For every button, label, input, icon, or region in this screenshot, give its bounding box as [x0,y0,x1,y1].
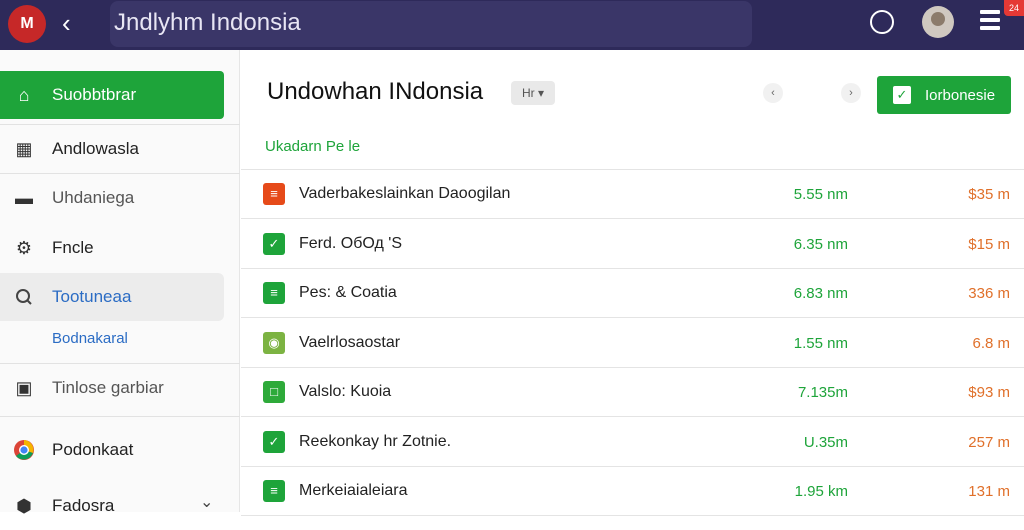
filter-dropdown[interactable]: Hr ▾ [511,81,555,105]
sidebar-item-label: Podonkaat [52,440,134,459]
list-item[interactable]: ✓ Reekonkay hr Zotnie. U.35m 257 m [241,418,1024,467]
sidebar-item-shield[interactable]: ⬢ Fadosra ⌄ [0,482,240,530]
home-icon: ⌂ [18,84,30,105]
sidebar-item-label: Suobbtbrar [52,85,137,104]
app-logo[interactable]: M [8,5,46,43]
sidebar-item-search[interactable]: Tootuneaa [0,273,224,321]
page-title: Undowhan INdonsia [267,78,484,105]
list-item-price: $93 m [968,384,1010,401]
list-item[interactable]: ≡ Merkeiaialeiara 1.95 km 131 m [241,467,1024,516]
list-item-name: Vaderbakeslainkan Daoogilan [299,185,511,202]
list-item-name: Merkeiaialeiara [299,482,408,499]
sidebar-item-label: Uhdaniega [52,188,135,207]
list-item-icon: ≡ [263,282,285,304]
list-item-time: 7.135m [797,384,848,401]
divider [241,515,1024,516]
list-item[interactable]: ≡ Pes: & Coatia 6.83 nm 336 m [241,269,1024,318]
shield-icon: ⬢ [16,495,32,516]
sidebar-item-home[interactable]: ⌂ Suobbtbrar [0,71,224,119]
prev-icon[interactable]: ‹ [763,83,783,103]
list-item-name: Valslo: Kuoia [299,383,392,400]
divider [0,416,240,417]
sidebar-item-label: Tootuneaa [52,287,132,306]
list-item-price: 6.8 m [972,334,1010,352]
chrome-icon [12,438,36,462]
list-item[interactable]: ◉ Vaelrlosaostar 1.55 nm 6.8 m [241,319,1024,368]
sidebar-item-calendar[interactable]: ▦ Andlowasla [0,125,240,173]
list-item-icon: ≡ [263,480,285,502]
list-item-price: 336 m [968,285,1010,302]
section-label: Ukadarn Pe le [265,138,361,155]
search-icon [12,285,36,309]
list-item-icon: □ [263,381,285,403]
list-item-price: 257 m [968,433,1010,451]
list-item-name: Pes: & Coatia [299,284,397,301]
card-icon: ▬ [15,187,33,208]
primary-action-button[interactable]: ✓ Iorbonesie [877,76,1011,114]
notification-badge[interactable]: 24 [1004,0,1024,16]
sidebar: ⌂ Suobbtbrar ▦ Andlowasla ▬ Uhdaniega ⚙ … [0,50,240,516]
top-app-bar: M ‹ Jndlyhm Indonsia 24 [0,0,1024,50]
list-item-name: Reekonkay hr Zotnie. [299,432,452,450]
list-item-time: U.35m [803,433,848,451]
status-circle-icon[interactable] [870,10,894,34]
list-item-icon: ✓ [263,232,285,255]
list-item-time: 1.95 km [794,483,848,500]
sidebar-item-settings[interactable]: ⚙ Fncle [0,224,240,272]
primary-action-label: Iorbonesie [925,86,996,104]
sidebar-item-browser[interactable]: Podonkaat [0,426,240,474]
next-icon[interactable]: › [841,83,861,103]
sidebar-item-card[interactable]: ▬ Uhdaniega [0,174,240,222]
list-item-name: Vaelrlosaostar [299,333,401,351]
list-item-icon: ◉ [263,331,285,354]
chevron-down-icon[interactable]: ⌄ [200,492,213,512]
list-item-price: 131 m [968,483,1010,500]
list-item-time: 6.83 nm [793,285,848,302]
sidebar-item-clipboard[interactable]: ▣ Tinlose garbiar [0,364,240,412]
title-search-field[interactable]: Jndlyhm Indonsia [110,1,752,47]
gear-icon: ⚙ [15,237,33,258]
list-item-price: $15 m [968,235,1010,253]
hamburger-menu-icon[interactable] [980,10,1000,34]
list-item-name: Ferd. ОбОд 'S [299,234,402,252]
sidebar-item-label: Fncle [52,238,94,257]
list-item-time: 1.55 nm [793,334,848,352]
avatar[interactable] [922,6,954,38]
sidebar-item-label: Fadosra [52,496,115,515]
back-icon[interactable]: ‹ [62,8,71,38]
check-icon: ✓ [893,86,911,104]
calendar-icon: ▦ [15,138,33,159]
list-item-icon: ✓ [263,430,285,453]
list-item-time: 5.55 nm [793,186,848,203]
page-heading: Jndlyhm Indonsia [114,9,301,36]
main-content: Undowhan INdonsia Hr ▾ ‹ › ✓ Iorbonesie … [241,50,1024,516]
sidebar-subitem[interactable]: Bodnakaral [52,330,128,347]
list-item[interactable]: ✓ Ferd. ОбОд 'S 6.35 nm $15 m [241,220,1024,269]
sidebar-item-label: Andlowasla [52,139,139,158]
list-item[interactable]: □ Valslo: Kuoia 7.135m $93 m [241,368,1024,417]
sidebar-item-label: Tinlose garbiar [52,378,164,397]
list-item[interactable]: ≡ Vaderbakeslainkan Daoogilan 5.55 nm $35 m [241,170,1024,219]
list-item-time: 6.35 nm [793,235,848,253]
clipboard-icon: ▣ [15,377,33,398]
list-item-icon: ≡ [263,183,285,205]
list-item-price: $35 m [968,186,1010,203]
